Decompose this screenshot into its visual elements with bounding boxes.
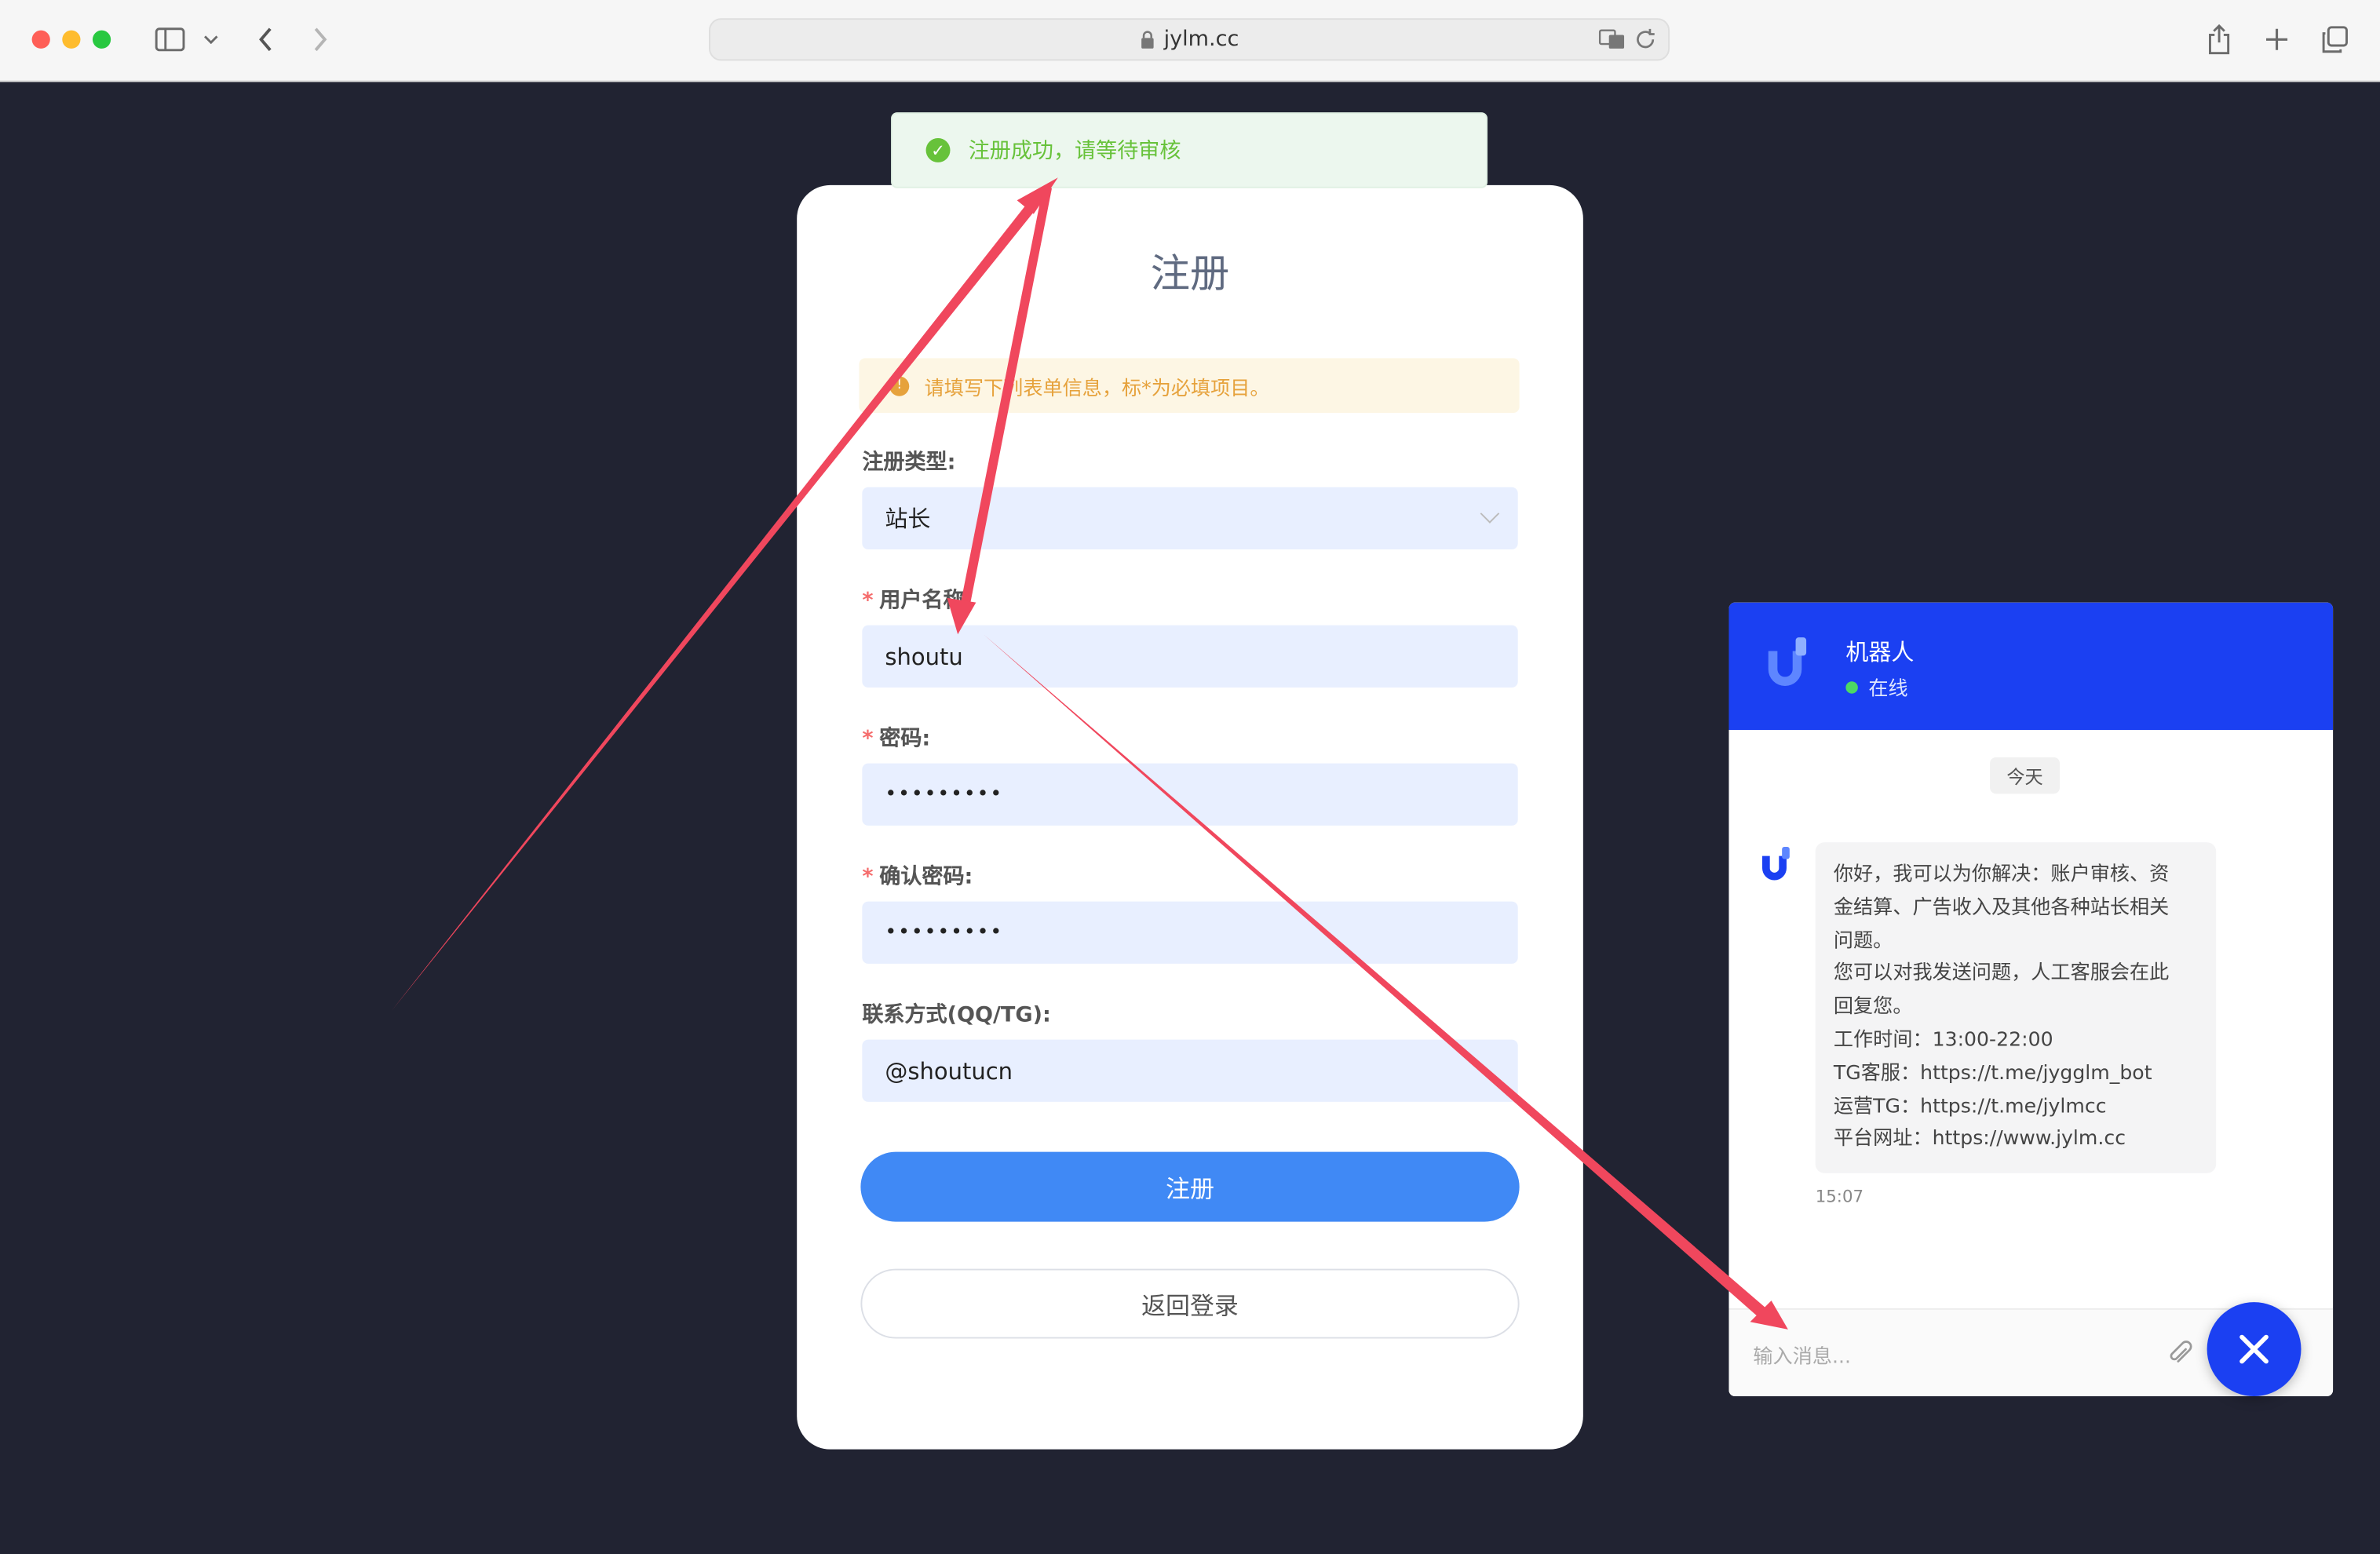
tab-overview-icon[interactable] — [2318, 21, 2352, 57]
chat-widget: 机器人 在线 今天 你好，我可以为你解决：账户审核、资 金结算、广告收入及其他各… — [1728, 602, 2334, 1397]
reload-icon[interactable] — [1635, 28, 1656, 50]
confirm-password-input[interactable]: ••••••••• — [862, 901, 1518, 964]
check-circle-icon: ✓ — [925, 137, 951, 162]
chat-input-placeholder: 输入消息... — [1753, 1345, 1851, 1369]
contact-label: 联系方式(QQ/TG): — [862, 1003, 1051, 1028]
paperclip-icon[interactable] — [2166, 1340, 2193, 1367]
date-divider: 今天 — [1990, 757, 2061, 794]
contact-value: @shoutucn — [885, 1056, 1013, 1085]
forward-arrow-icon[interactable] — [304, 21, 338, 57]
share-icon[interactable] — [2203, 21, 2236, 57]
password-value: ••••••••• — [885, 782, 1004, 806]
message-line: 金结算、广告收入及其他各种站长相关 — [1833, 896, 2170, 920]
success-toast: ✓ 注册成功，请等待审核 — [891, 112, 1488, 188]
form-notice-text: 请填写下列表单信息，标*为必填项目。 — [924, 377, 1270, 400]
bot-logo-icon — [1768, 637, 1807, 687]
translate-icon[interactable] — [1598, 29, 1626, 50]
password-label: * 密码: — [862, 727, 931, 752]
message-line[interactable]: TG客服：https://t.me/jygglm_bot — [1834, 1057, 2198, 1090]
chevron-down-icon — [1480, 504, 1500, 523]
zoom-window-button[interactable] — [92, 30, 111, 49]
browser-toolbar: jylm.cc — [0, 0, 2380, 82]
confirm-password-value: ••••••••• — [885, 921, 1004, 944]
chat-messages: 今天 你好，我可以为你解决：账户审核、资 金结算、广告收入及其他各种站长相关 问… — [1728, 730, 2334, 1307]
type-label: 注册类型: — [862, 451, 956, 476]
message-line: 工作时间：13:00-22:00 — [1833, 1029, 2053, 1052]
username-input[interactable]: shoutu — [862, 625, 1518, 688]
address-bar[interactable]: jylm.cc — [709, 18, 1670, 61]
form-notice: ! 请填写下列表单信息，标*为必填项目。 — [859, 358, 1520, 413]
contact-input[interactable]: @shoutucn — [862, 1039, 1518, 1102]
new-tab-icon[interactable] — [2260, 21, 2294, 57]
toast-message: 注册成功，请等待审核 — [968, 139, 1181, 164]
lock-icon — [1141, 31, 1154, 49]
back-to-login-button[interactable]: 返回登录 — [860, 1268, 1520, 1339]
username-value: shoutu — [885, 642, 963, 670]
online-dot-icon — [1845, 680, 1858, 693]
register-button[interactable]: 注册 — [860, 1151, 1520, 1222]
chat-header: 机器人 在线 — [1728, 602, 2334, 731]
back-arrow-icon[interactable] — [249, 21, 283, 57]
message-line[interactable]: 运营TG：https://t.me/jylmcc — [1834, 1091, 2198, 1124]
bot-avatar-icon — [1762, 847, 1790, 881]
username-label: * 用户名称: — [862, 589, 973, 614]
close-chat-button[interactable] — [2207, 1302, 2302, 1397]
bot-message-bubble: 你好，我可以为你解决：账户审核、资 金结算、广告收入及其他各种站长相关 问题。 … — [1815, 842, 2217, 1174]
warning-icon: ! — [889, 375, 910, 396]
message-line: 问题。 — [1833, 929, 1893, 953]
bot-status: 在线 — [1845, 673, 1908, 701]
app-root: jylm.cc 注册 ! 请填写下列表单信息，标*为必填项目。 注册类型: 站长… — [0, 0, 2380, 1554]
confirm-password-label: * 确认密码: — [862, 865, 973, 890]
password-input[interactable]: ••••••••• — [862, 763, 1518, 826]
close-icon — [2239, 1334, 2269, 1364]
message-line: 您可以对我发送问题，人工客服会在此 — [1833, 962, 2170, 986]
minimize-window-button[interactable] — [62, 30, 81, 49]
url-text: jylm.cc — [1163, 27, 1239, 52]
message-line: 回复您。 — [1833, 995, 1913, 1019]
sidebar-icon[interactable] — [151, 21, 188, 57]
message-line: 你好，我可以为你解决：账户审核、资 — [1833, 863, 2170, 887]
page-title: 注册 — [1150, 251, 1230, 298]
message-line[interactable]: 平台网址：https://www.jylm.cc — [1834, 1124, 2198, 1157]
type-select[interactable]: 站长 — [862, 487, 1518, 549]
chevron-down-icon[interactable] — [200, 21, 221, 57]
close-window-button[interactable] — [31, 30, 50, 49]
type-select-value: 站长 — [885, 505, 931, 533]
bot-name: 机器人 — [1845, 639, 1915, 666]
message-time: 15:07 — [1815, 1187, 1864, 1207]
